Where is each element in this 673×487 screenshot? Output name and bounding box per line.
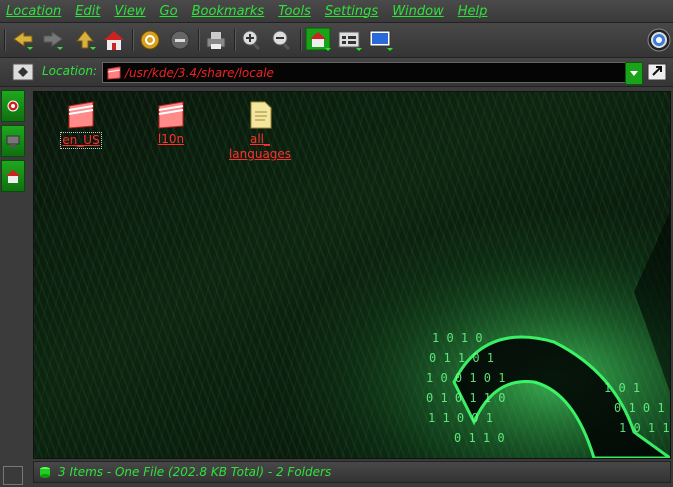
location-toolbar: Location: /usr/kde/3.4/share/locale [0,58,673,87]
up-icon [75,30,96,50]
text-file-icon [250,101,272,129]
folder-label: l10n [157,132,185,146]
menu-window[interactable]: Window [386,4,452,19]
icon-view-icon [305,27,331,51]
status-corner [3,466,23,485]
folder-item-l10n[interactable]: l10n [136,100,206,147]
svg-text:1 0 0 1 0 1: 1 0 0 1 0 1 [426,371,505,385]
svg-text:1 1 0 0 1: 1 1 0 0 1 [428,411,493,425]
chevron-down-icon [630,70,638,76]
menu-settings[interactable]: Settings [319,4,386,19]
stop-button[interactable] [167,27,193,53]
file-item-all-languages[interactable]: all_ languages [225,100,295,162]
svg-text:1 0 1 0: 1 0 1 0 [432,331,483,345]
forward-icon [43,31,63,50]
go-icon [647,63,667,81]
matrix-wallpaper: 1 0 1 0 0 1 1 0 1 1 0 0 1 0 1 0 1 0 1 1 … [34,92,670,458]
menu-location[interactable]: Location [0,4,69,19]
preview-button[interactable] [367,27,393,53]
back-button[interactable] [10,27,36,53]
kde-gear-button[interactable] [646,27,672,53]
home-button[interactable] [101,27,127,53]
file-label: all_ languages [228,132,292,161]
navigation-panel-tabs [0,88,25,458]
folder-icon [68,101,94,129]
stop-icon [170,30,190,50]
svg-text:0 1 1 0: 0 1 1 0 [454,431,505,445]
status-text: 3 Items - One File (202.8 KB Total) - 2 … [58,465,332,479]
devices-icon [6,135,20,147]
folder-label: en_US [60,132,102,149]
location-dropdown-button[interactable] [625,62,643,85]
sidebar-devices-button[interactable] [1,125,25,157]
home-icon [104,31,124,50]
go-button[interactable] [645,59,671,85]
sidebar-bookmarks-button[interactable] [1,90,25,122]
back-icon [13,31,33,50]
details-view-icon [338,31,362,51]
details-view-button[interactable] [336,27,362,53]
folder-icon [158,101,184,129]
preview-icon [369,30,393,51]
toolbar-separator [198,29,200,51]
svg-text:0 1 1 0 1: 0 1 1 0 1 [429,351,494,365]
menu-edit[interactable]: Edit [69,4,108,19]
toolbar-handle[interactable] [4,29,6,51]
svg-text:1 0 1: 1 0 1 [604,381,640,395]
toolbar-separator [234,29,236,51]
svg-text:1 0 1 1: 1 0 1 1 [619,421,670,435]
status-led-icon [40,467,50,478]
forward-button[interactable] [40,27,66,53]
up-button[interactable] [72,27,98,53]
menu-bar: Location Edit View Go Bookmarks Tools Se… [0,0,673,23]
menu-tools[interactable]: Tools [272,4,319,19]
toolbar-separator [132,29,134,51]
location-value: /usr/kde/3.4/share/locale [125,65,274,80]
icon-view-button[interactable] [305,27,331,53]
toolbar-separator [300,29,302,51]
main-toolbar [0,23,673,58]
clear-location-button[interactable] [10,59,36,85]
print-icon [206,32,226,49]
print-button[interactable] [203,27,229,53]
menu-help[interactable]: Help [452,4,496,19]
svg-text:0 1 0 1 1 0: 0 1 0 1 1 0 [426,391,505,405]
svg-text:0 1 0 1: 0 1 0 1 [614,401,665,415]
home-icon [6,170,20,183]
zoom-out-icon [272,30,290,51]
status-bar: 3 Items - One File (202.8 KB Total) - 2 … [33,461,671,483]
location-input[interactable]: /usr/kde/3.4/share/locale [102,62,625,83]
folder-item-en-us[interactable]: en_US [46,100,116,149]
reload-icon [140,30,160,50]
bookmarks-icon [7,100,19,112]
zoom-out-button[interactable] [269,27,295,53]
sidebar-home-button[interactable] [1,160,25,192]
zoom-in-icon [242,30,260,51]
reload-button[interactable] [137,27,163,53]
menu-view[interactable]: View [108,4,153,19]
file-icon-view[interactable]: 1 0 1 0 0 1 1 0 1 1 0 0 1 0 1 0 1 0 1 1 … [33,91,671,459]
menu-bookmarks[interactable]: Bookmarks [186,4,273,19]
kde-gear-icon [647,28,671,52]
zoom-in-button[interactable] [239,27,265,53]
clear-location-icon [12,63,34,81]
folder-icon [107,65,121,80]
location-label: Location: [42,64,98,78]
menu-go[interactable]: Go [154,4,186,19]
